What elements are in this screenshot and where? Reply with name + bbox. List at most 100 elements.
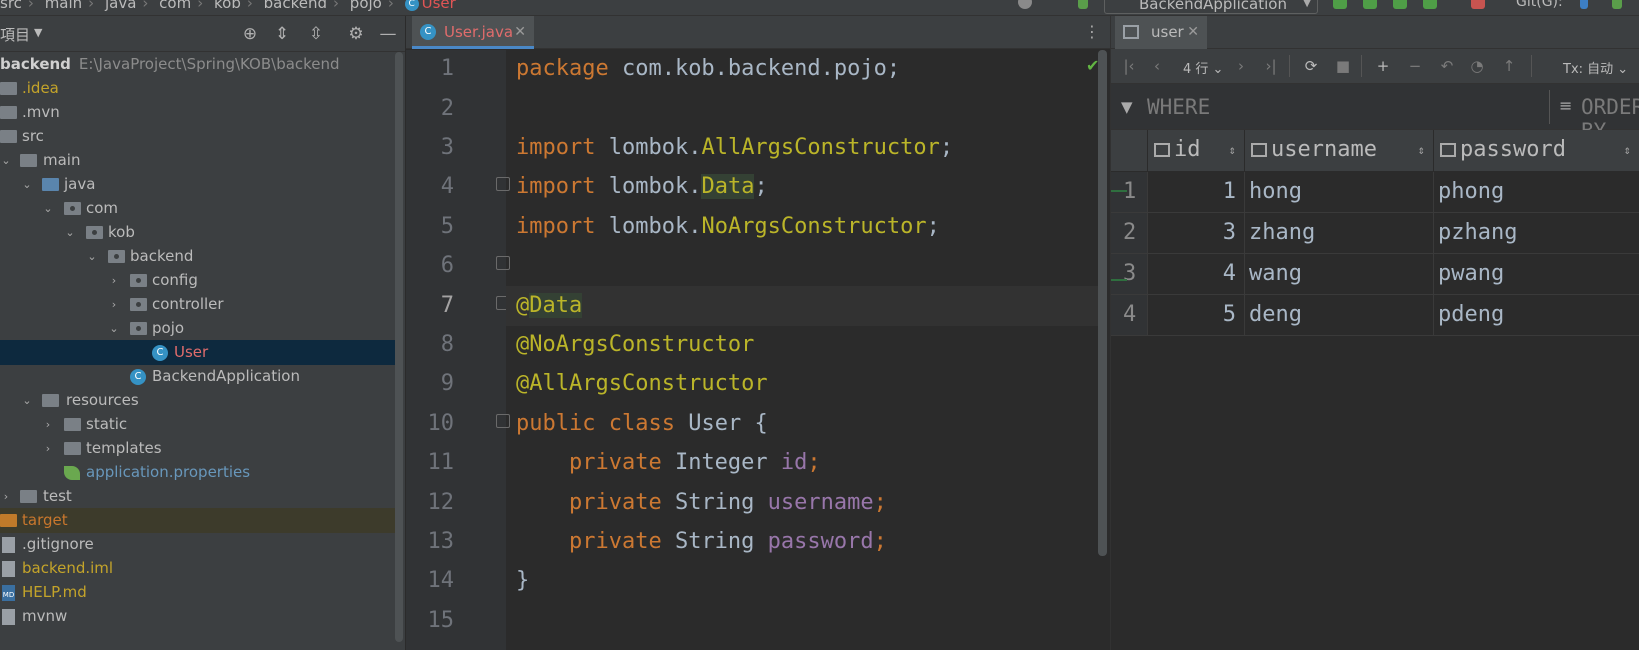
remove-row-icon[interactable]: −: [1405, 57, 1425, 75]
row-number[interactable]: 2: [1111, 213, 1148, 254]
minimize-icon[interactable]: —: [378, 24, 398, 44]
tree-item-user[interactable]: C User: [0, 340, 395, 365]
breadcrumb-current[interactable]: User: [422, 0, 456, 12]
cell-password[interactable]: pzhang: [1434, 213, 1639, 254]
rows-count-selector[interactable]: 4 行 ⌄: [1183, 58, 1223, 77]
chevron-right-icon[interactable]: ›: [108, 292, 120, 317]
tree-item-config[interactable]: › config: [0, 268, 395, 293]
expand-all-icon[interactable]: ⇕: [272, 24, 292, 44]
sort-icon[interactable]: ⇕: [1624, 130, 1631, 170]
breadcrumb-item[interactable]: src: [0, 0, 22, 12]
tree-item-backend-iml[interactable]: backend.iml: [0, 556, 395, 581]
tab-user-java[interactable]: C User.java ✕: [412, 16, 534, 49]
cell-id[interactable]: 4: [1148, 254, 1245, 295]
tab-user-table[interactable]: user ✕: [1115, 16, 1207, 49]
cell-password[interactable]: pdeng: [1434, 295, 1639, 336]
where-filter-input[interactable]: WHERE: [1147, 95, 1210, 119]
tree-item-root[interactable]: backend E:\JavaProject\Spring\KOB\backend: [0, 52, 395, 77]
breadcrumb-item[interactable]: java: [105, 0, 136, 12]
row-number[interactable]: 1: [1111, 172, 1148, 213]
first-page-icon[interactable]: |‹: [1119, 57, 1139, 75]
tree-item-test[interactable]: › test: [0, 484, 395, 509]
chevron-down-icon[interactable]: ⌄: [21, 388, 33, 413]
tree-item-mvn[interactable]: .mvn: [0, 100, 395, 125]
chevron-down-icon[interactable]: ⌄: [42, 196, 54, 221]
back-arrow-icon[interactable]: [1078, 0, 1088, 9]
tree-item-controller[interactable]: › controller: [0, 292, 395, 317]
submit-icon[interactable]: ↑: [1499, 57, 1519, 75]
row-number[interactable]: 4: [1111, 295, 1148, 336]
chevron-right-icon[interactable]: ›: [42, 436, 54, 461]
column-header-password[interactable]: password ⇕: [1434, 130, 1639, 172]
run-configuration-selector[interactable]: BackendApplication ▼: [1104, 0, 1318, 14]
user-icon[interactable]: [1018, 0, 1032, 9]
preview-icon[interactable]: ◔: [1467, 57, 1487, 75]
previous-page-icon[interactable]: ‹: [1147, 57, 1167, 75]
git-commit-icon[interactable]: [1612, 0, 1622, 9]
gear-icon[interactable]: ⚙: [346, 24, 366, 44]
chevron-down-icon[interactable]: ⌄: [0, 148, 12, 173]
transaction-mode-selector[interactable]: Tx: 自动 ⌄: [1563, 58, 1628, 77]
cell-password[interactable]: pwang: [1434, 254, 1639, 295]
row-number[interactable]: 3: [1111, 254, 1148, 295]
tree-item-templates[interactable]: › templates: [0, 436, 395, 461]
cell-id[interactable]: 5: [1148, 295, 1245, 336]
tree-item-resources[interactable]: ⌄ resources: [0, 388, 395, 413]
project-scrollbar[interactable]: [395, 52, 403, 642]
refresh-icon[interactable]: ⟳: [1301, 57, 1321, 75]
chevron-down-icon[interactable]: ⌄: [108, 316, 120, 341]
debug-icon[interactable]: [1363, 0, 1377, 9]
git-update-icon[interactable]: [1580, 0, 1588, 9]
last-page-icon[interactable]: ›|: [1261, 57, 1281, 75]
cell-username[interactable]: hong: [1245, 172, 1434, 213]
code-area[interactable]: package com.kob.backend.pojo; import lom…: [506, 50, 1106, 650]
chevron-down-icon[interactable]: ⌄: [21, 172, 33, 197]
tree-item-idea[interactable]: .idea: [0, 76, 395, 101]
cell-id[interactable]: 1: [1148, 172, 1245, 213]
column-header-id[interactable]: id ⇕: [1148, 130, 1245, 172]
tree-item-help-md[interactable]: MD HELP.md: [0, 580, 395, 605]
chevron-down-icon[interactable]: ⌄: [86, 244, 98, 269]
add-row-icon[interactable]: +: [1373, 57, 1393, 75]
tree-item-src[interactable]: src: [0, 124, 395, 149]
chevron-down-icon[interactable]: ⌄: [64, 220, 76, 245]
profile-icon[interactable]: [1423, 0, 1437, 9]
cell-password[interactable]: phong: [1434, 172, 1639, 213]
close-icon[interactable]: ✕: [1187, 16, 1199, 48]
tree-item-main[interactable]: ⌄ main: [0, 148, 395, 173]
tree-item-target[interactable]: target: [0, 508, 395, 533]
breadcrumb-item[interactable]: pojo: [350, 0, 382, 12]
breadcrumb-item[interactable]: main: [45, 0, 82, 12]
chevron-right-icon[interactable]: ›: [108, 268, 120, 293]
sort-icon[interactable]: ⇕: [1418, 130, 1425, 170]
cell-username[interactable]: wang: [1245, 254, 1434, 295]
run-icon[interactable]: [1333, 0, 1347, 9]
tree-item-kob[interactable]: ⌄ kob: [0, 220, 395, 245]
cell-username[interactable]: deng: [1245, 295, 1434, 336]
cell-id[interactable]: 3: [1148, 213, 1245, 254]
collapse-all-icon[interactable]: ⇳: [306, 24, 326, 44]
chevron-right-icon[interactable]: ›: [0, 484, 12, 509]
tree-item-backend[interactable]: ⌄ backend: [0, 244, 395, 269]
sort-icon[interactable]: ⇕: [1229, 130, 1236, 170]
breadcrumb-item[interactable]: backend: [264, 0, 327, 12]
locate-icon[interactable]: ⊕: [240, 24, 260, 44]
coverage-icon[interactable]: [1393, 0, 1407, 9]
column-header-username[interactable]: username ⇕: [1245, 130, 1434, 172]
revert-icon[interactable]: ↶: [1437, 57, 1457, 75]
stop-icon[interactable]: [1471, 0, 1485, 9]
more-options-icon[interactable]: ⋮: [1084, 22, 1100, 41]
tree-item-static[interactable]: › static: [0, 412, 395, 437]
stop-icon[interactable]: ■: [1333, 57, 1353, 75]
cell-username[interactable]: zhang: [1245, 213, 1434, 254]
breadcrumb-item[interactable]: com: [159, 0, 191, 12]
tree-item-backendapplication[interactable]: C BackendApplication: [0, 364, 395, 389]
editor-scrollbar[interactable]: [1098, 50, 1107, 556]
tree-item-pojo[interactable]: ⌄ pojo: [0, 316, 395, 341]
project-panel-title[interactable]: 項目: [0, 24, 30, 45]
tree-item-java[interactable]: ⌄ java: [0, 172, 395, 197]
next-page-icon[interactable]: ›: [1231, 57, 1251, 75]
breadcrumb-item[interactable]: kob: [214, 0, 241, 12]
tree-item-gitignore[interactable]: .gitignore: [0, 532, 395, 557]
tree-item-mvnw[interactable]: mvnw: [0, 604, 395, 629]
